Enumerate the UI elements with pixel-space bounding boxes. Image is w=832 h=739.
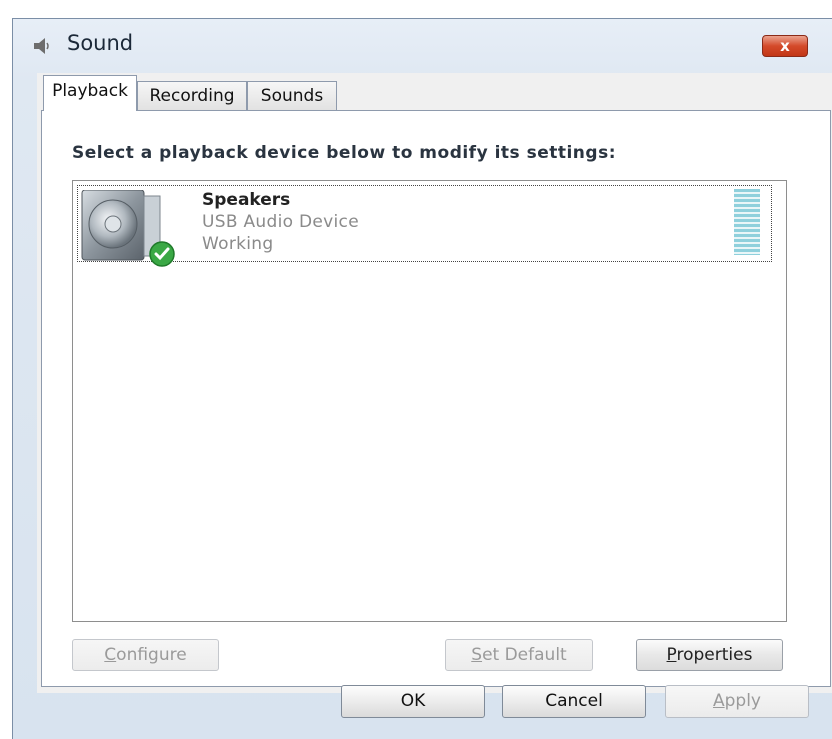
set-default-accel: S	[471, 645, 483, 665]
ok-button[interactable]: OK	[341, 685, 485, 718]
green-check-icon	[149, 241, 175, 267]
close-icon: x	[780, 36, 790, 55]
properties-label: roperties	[676, 645, 753, 665]
properties-accel: P	[666, 645, 677, 665]
device-status: Working	[202, 234, 274, 254]
window-title: Sound	[67, 31, 134, 55]
dialog-client: Playback Recording Sounds Select a playb…	[37, 73, 832, 693]
apply-button[interactable]: Apply	[665, 685, 809, 718]
device-list[interactable]: Speakers USB Audio Device Working	[72, 180, 787, 622]
configure-button[interactable]: Configure	[72, 639, 219, 671]
tab-playback[interactable]: Playback	[43, 75, 137, 111]
configure-label: onfigure	[116, 645, 187, 665]
close-button[interactable]: x	[762, 35, 808, 57]
properties-button[interactable]: Properties	[636, 639, 783, 671]
speaker-icon	[34, 38, 49, 54]
sound-dialog: Sound x Playback Recording Sounds Select…	[12, 18, 832, 739]
apply-accel: A	[712, 691, 725, 711]
playback-panel: Select a playback device below to modify…	[41, 110, 831, 687]
playback-instruction: Select a playback device below to modify…	[72, 143, 616, 163]
device-description: USB Audio Device	[202, 212, 359, 232]
title-bar[interactable]: Sound x	[13, 19, 832, 69]
set-default-label: et Default	[482, 645, 567, 665]
volume-level-meter	[734, 189, 760, 255]
device-name: Speakers	[202, 190, 291, 210]
set-default-button[interactable]: Set Default	[445, 639, 593, 671]
cancel-button[interactable]: Cancel	[502, 685, 646, 718]
apply-label: pply	[724, 691, 761, 711]
tab-sounds[interactable]: Sounds	[247, 81, 337, 110]
list-item[interactable]: Speakers USB Audio Device Working	[77, 185, 772, 267]
tab-recording[interactable]: Recording	[137, 81, 247, 110]
configure-accel: C	[104, 645, 117, 665]
